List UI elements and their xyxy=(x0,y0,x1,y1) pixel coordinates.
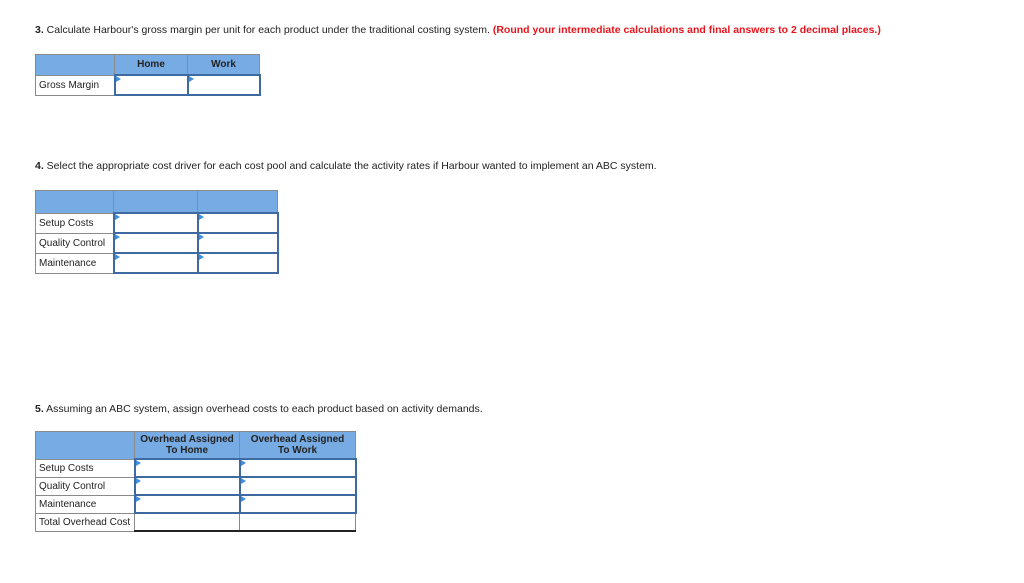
row-label-quality-control: Quality Control xyxy=(35,476,135,496)
maintenance-rate-input[interactable] xyxy=(198,254,277,272)
quality-control-rate-input[interactable] xyxy=(198,234,277,252)
quality-work-input[interactable] xyxy=(240,478,355,494)
header-home: Home xyxy=(114,54,188,76)
input-marker-icon xyxy=(198,214,204,220)
quality-control-rate-cell[interactable] xyxy=(196,232,279,254)
table-row: Maintenance xyxy=(35,252,279,274)
maintenance-work-input[interactable] xyxy=(240,496,355,512)
setup-costs-rate-input[interactable] xyxy=(198,214,277,232)
input-marker-icon xyxy=(240,460,246,466)
header-blank xyxy=(35,190,114,214)
input-marker-icon xyxy=(198,234,204,240)
dropdown-marker-icon xyxy=(114,214,120,220)
question-3-text: Calculate Harbour's gross margin per uni… xyxy=(43,24,493,36)
setup-work-input[interactable] xyxy=(240,460,355,476)
table-header-row: Home Work xyxy=(35,54,260,76)
row-label-maintenance: Maintenance xyxy=(35,494,135,514)
header-line: To Work xyxy=(277,445,318,456)
header-line: Overhead Assigned xyxy=(140,434,234,445)
maintenance-home-cell[interactable] xyxy=(133,494,241,514)
input-marker-icon xyxy=(188,76,194,82)
total-work-value xyxy=(239,512,356,532)
input-marker-icon xyxy=(240,496,246,502)
table-row: Quality Control xyxy=(35,232,279,254)
activity-rates-table: Setup Costs Quality Control Maintenance xyxy=(35,190,279,274)
quality-home-input[interactable] xyxy=(135,478,239,494)
question-4: 4. Select the appropriate cost driver fo… xyxy=(35,160,657,172)
row-label-total-overhead-cost: Total Overhead Cost xyxy=(35,512,135,532)
row-label-maintenance: Maintenance xyxy=(35,252,114,274)
gross-margin-work-cell[interactable] xyxy=(186,74,261,96)
header-line: Overhead Assigned xyxy=(250,434,345,445)
dropdown-marker-icon xyxy=(114,234,120,240)
setup-costs-driver-input[interactable] xyxy=(114,214,197,232)
table-row-total: Total Overhead Cost xyxy=(35,512,356,532)
maintenance-work-cell[interactable] xyxy=(238,494,357,514)
setup-work-cell[interactable] xyxy=(238,458,357,478)
table-row: Setup Costs xyxy=(35,212,279,234)
setup-costs-driver-cell[interactable] xyxy=(112,212,199,234)
input-marker-icon xyxy=(240,478,246,484)
gross-margin-home-input[interactable] xyxy=(115,76,187,94)
setup-home-cell[interactable] xyxy=(133,458,241,478)
header-work: Work xyxy=(187,54,260,76)
input-marker-icon xyxy=(135,496,141,502)
row-label-gross-margin: Gross Margin xyxy=(35,74,115,96)
question-4-number: 4. xyxy=(35,160,44,172)
gross-margin-table: Home Work Gross Margin xyxy=(35,54,261,96)
gross-margin-home-cell[interactable] xyxy=(113,74,189,96)
maintenance-home-input[interactable] xyxy=(135,496,239,512)
header-overhead-work: Overhead Assigned To Work xyxy=(239,431,356,460)
quality-home-cell[interactable] xyxy=(133,476,241,496)
quality-control-driver-cell[interactable] xyxy=(112,232,199,254)
maintenance-rate-cell[interactable] xyxy=(196,252,279,274)
quality-control-driver-input[interactable] xyxy=(114,234,197,252)
table-row: Setup Costs xyxy=(35,458,357,478)
total-home-value xyxy=(134,512,240,532)
input-marker-icon xyxy=(115,76,121,82)
question-3-number: 3. xyxy=(35,24,44,36)
question-5-number: 5. xyxy=(35,403,44,415)
header-overhead-home: Overhead Assigned To Home xyxy=(134,431,240,460)
question-5: 5. Assuming an ABC system, assign overhe… xyxy=(35,403,483,415)
header-activity-rate xyxy=(197,190,278,214)
table-header-row: Overhead Assigned To Home Overhead Assign… xyxy=(35,431,356,460)
overhead-assignment-table: Overhead Assigned To Home Overhead Assign… xyxy=(35,431,357,532)
header-blank xyxy=(35,431,135,460)
setup-costs-rate-cell[interactable] xyxy=(196,212,279,234)
maintenance-driver-input[interactable] xyxy=(114,254,197,272)
input-marker-icon xyxy=(135,460,141,466)
header-line: To Home xyxy=(165,445,209,456)
header-blank xyxy=(35,54,115,76)
input-marker-icon xyxy=(198,254,204,260)
table-row: Gross Margin xyxy=(35,74,261,96)
table-header-row xyxy=(35,190,278,214)
quality-work-cell[interactable] xyxy=(238,476,357,496)
row-label-setup-costs: Setup Costs xyxy=(35,458,135,478)
row-label-quality-control: Quality Control xyxy=(35,232,114,254)
header-cost-driver xyxy=(113,190,198,214)
gross-margin-work-input[interactable] xyxy=(188,76,259,94)
row-label-setup-costs: Setup Costs xyxy=(35,212,114,234)
table-row: Quality Control xyxy=(35,476,357,496)
table-row: Maintenance xyxy=(35,494,357,514)
question-5-text: Assuming an ABC system, assign overhead … xyxy=(43,403,483,415)
rounding-note: (Round your intermediate calculations an… xyxy=(492,24,881,36)
setup-home-input[interactable] xyxy=(135,460,239,476)
input-marker-icon xyxy=(135,478,141,484)
question-4-text: Select the appropriate cost driver for e… xyxy=(43,160,657,172)
question-3: 3. Calculate Harbour's gross margin per … xyxy=(35,24,881,36)
dropdown-marker-icon xyxy=(114,254,120,260)
maintenance-driver-cell[interactable] xyxy=(112,252,199,274)
